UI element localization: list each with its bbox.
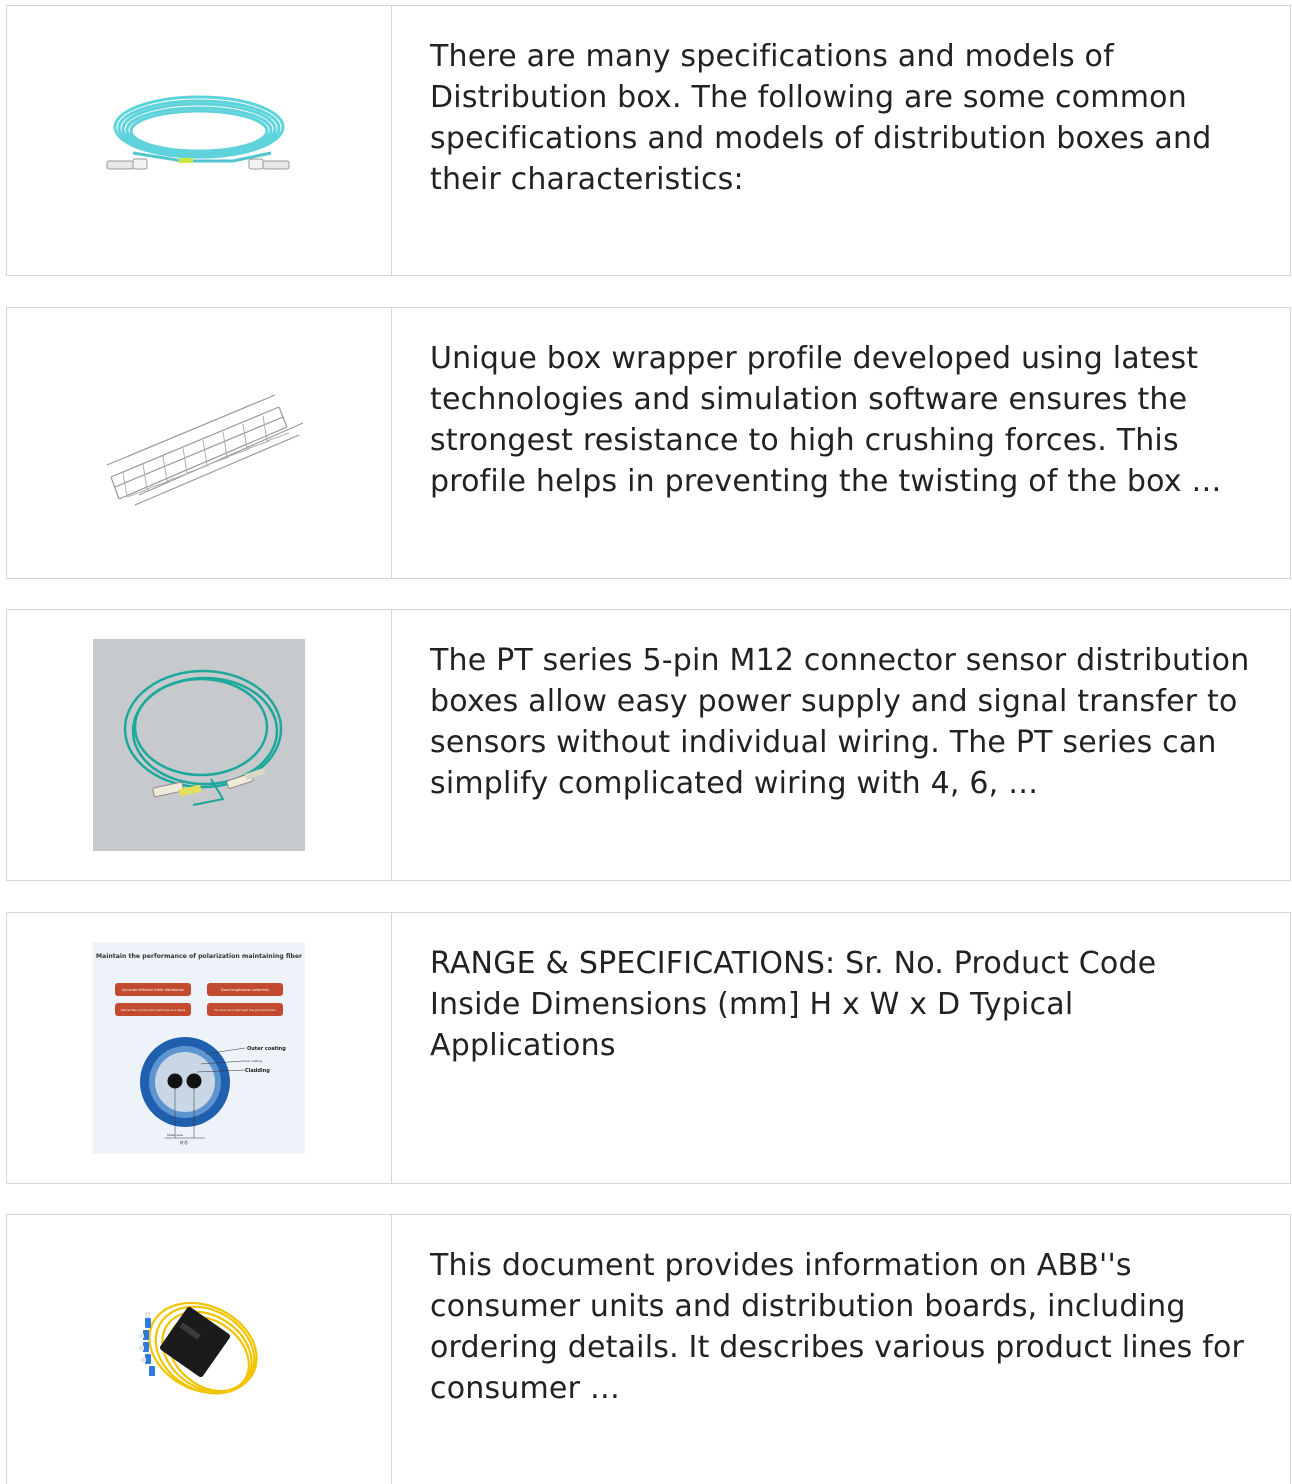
thumbnail-cell [7, 1215, 392, 1484]
infographic-tag: Optical fiber environment performance is… [121, 1008, 186, 1012]
label-core: 纤芯 [180, 1139, 188, 1145]
item-description: Unique box wrapper profile developed usi… [430, 341, 1222, 499]
plc-splitter-image[interactable] [93, 1246, 305, 1458]
list-item[interactable]: The PT series 5-pin M12 connector sensor… [6, 609, 1291, 881]
list-item[interactable]: Maintain the performance of polarization… [6, 912, 1291, 1184]
cyan-fiber-cable-image[interactable] [93, 35, 305, 247]
label-inner-coating: Inner coating [243, 1059, 262, 1063]
item-description: RANGE & SPECIFICATIONS: Sr. No. Product … [430, 946, 1157, 1063]
thumbnail-cell [7, 6, 392, 275]
label-cladding: Cladding [245, 1068, 270, 1074]
list-item[interactable]: There are many specifications and models… [6, 5, 1291, 276]
label-outer-coating: Outer coating [247, 1046, 286, 1052]
thumbnail-cell: Maintain the performance of polarization… [7, 913, 392, 1183]
infographic-tag: The inner and outer layer has good prote… [213, 1008, 276, 1012]
thumbnail-cell [7, 610, 392, 880]
pm-fiber-infographic-image[interactable]: Maintain the performance of polarization… [93, 942, 305, 1154]
aqua-fiber-cable-image[interactable] [93, 639, 305, 851]
infographic-tag: Good longitudinal uniformity [221, 988, 270, 992]
list-item[interactable]: This document provides information on AB… [6, 1214, 1291, 1484]
item-description: This document provides information on AB… [430, 1248, 1245, 1406]
item-description: The PT series 5-pin M12 connector sensor… [430, 643, 1250, 801]
thumbnail-cell [7, 308, 392, 578]
list-item[interactable]: Unique box wrapper profile developed usi… [6, 307, 1291, 579]
wire-mesh-tray-image[interactable] [93, 337, 305, 549]
infographic-tag: Accurate effective index distribution [122, 988, 184, 992]
infographic-title: Maintain the performance of polarization… [96, 953, 303, 960]
item-description: There are many specifications and models… [430, 39, 1212, 197]
product-list: There are many specifications and models… [0, 0, 1292, 1484]
label-stress-area: Stress area [167, 1133, 183, 1137]
